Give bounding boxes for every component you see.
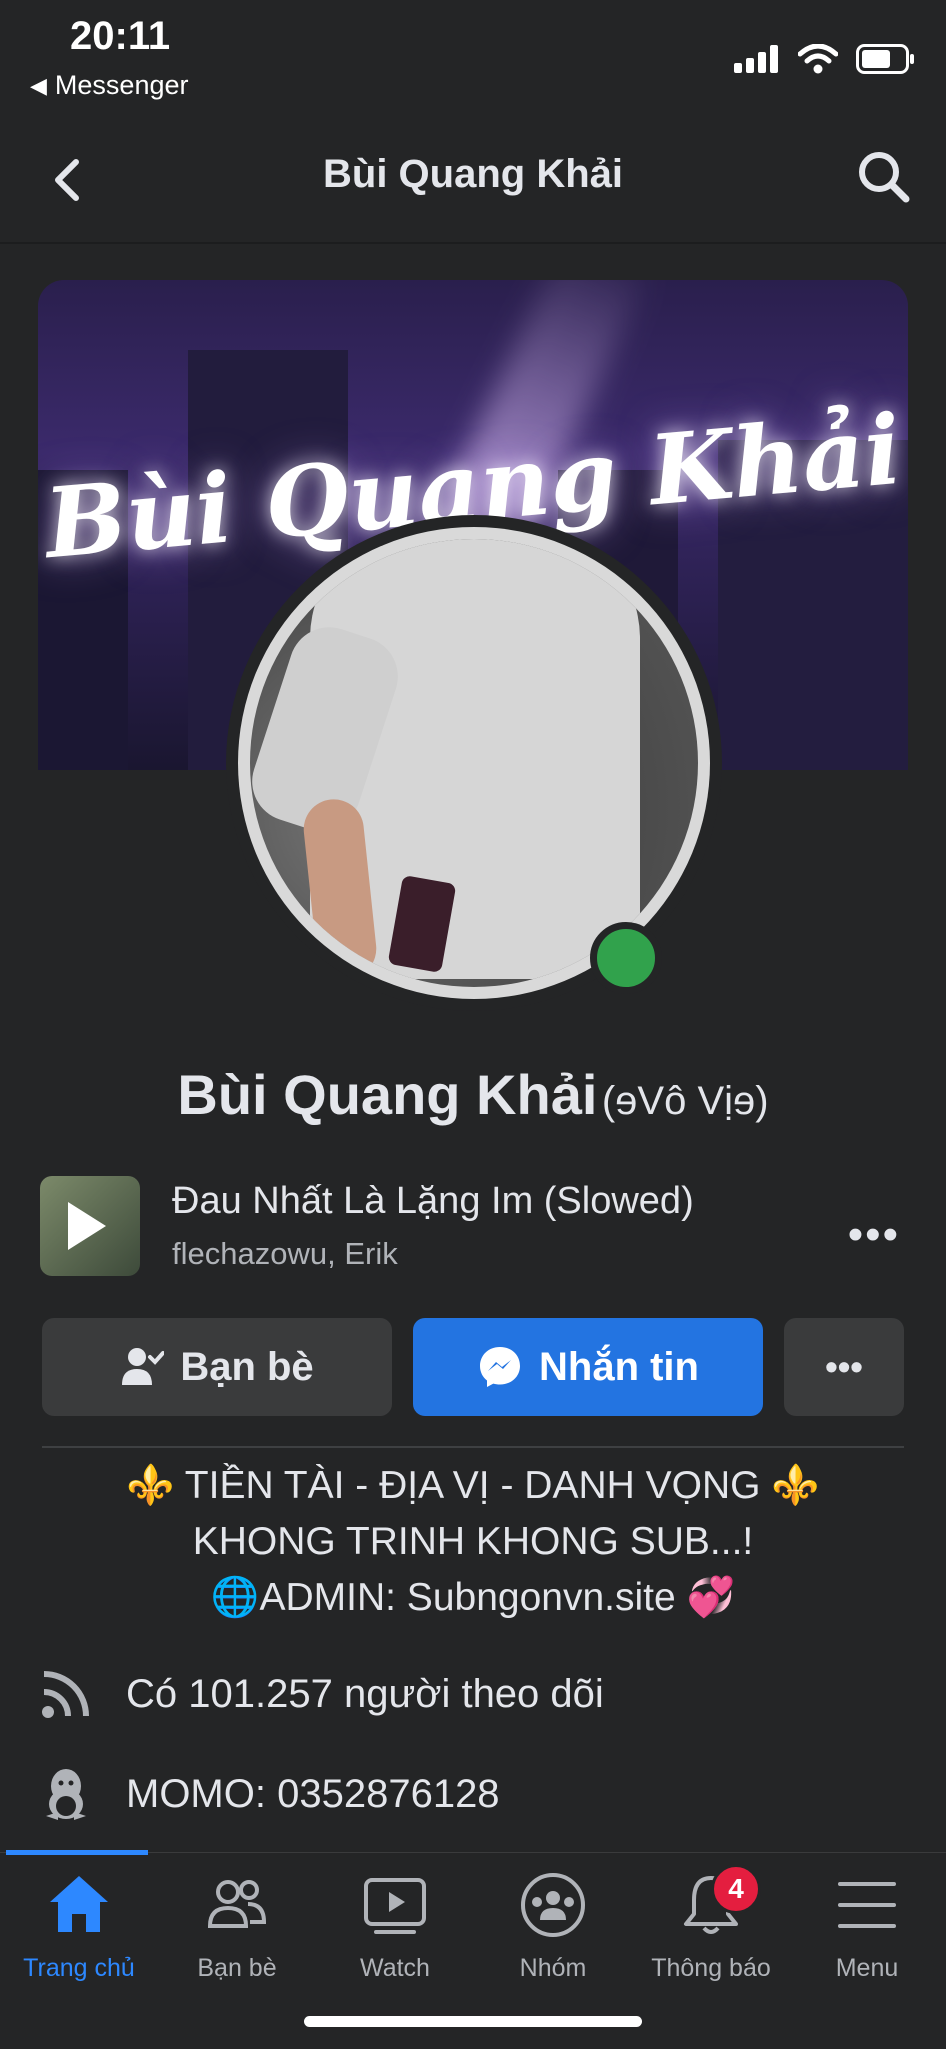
nav-groups-label: Nhóm xyxy=(519,1954,587,1982)
profile-name: Bùi Quang Khải (ɘVô Vịɘ) xyxy=(0,1062,946,1127)
section-divider xyxy=(42,1446,904,1448)
nav-menu-label: Menu xyxy=(835,1954,899,1982)
search-button[interactable] xyxy=(852,145,916,209)
menu-icon xyxy=(838,1882,896,1928)
message-button[interactable]: Nhắn tin xyxy=(413,1318,763,1416)
music-play-button[interactable] xyxy=(40,1176,140,1276)
groups-icon xyxy=(521,1873,585,1937)
friends-button-label: Bạn bè xyxy=(180,1344,314,1389)
nav-watch-label: Watch xyxy=(360,1954,430,1982)
bio-line-3: 🌐ADMIN: Subngonvn.site 💞 xyxy=(0,1570,946,1626)
back-to-app-link[interactable]: ◀ Messenger xyxy=(30,70,189,101)
messenger-icon xyxy=(480,1347,520,1387)
bio-line-2: KHONG TRINH KHONG SUB...! xyxy=(192,1520,754,1563)
bio-line-1: ⚜️ TIỀN TÀI - ĐỊA VỊ - DANH VỌNG ⚜️ xyxy=(0,1458,946,1514)
rss-feed-icon xyxy=(40,1668,92,1720)
globe-icon: 🌐 xyxy=(210,1576,260,1619)
followers-count: Có 101.257 người theo dõi xyxy=(126,1671,604,1716)
music-artist: flechazowu, Erik xyxy=(172,1236,398,1271)
watch-icon xyxy=(364,1878,426,1934)
search-icon xyxy=(859,152,910,203)
nav-item-menu[interactable]: Menu xyxy=(788,1870,946,1983)
nav-friends-label: Bạn bè xyxy=(197,1954,277,1982)
back-triangle-icon: ◀ xyxy=(30,72,47,98)
back-app-label: Messenger xyxy=(54,70,189,100)
header-divider xyxy=(0,242,946,244)
more-options-button[interactable]: ••• xyxy=(784,1318,904,1416)
message-button-label: Nhắn tin xyxy=(539,1344,699,1389)
nav-home-label: Trang chủ xyxy=(23,1954,135,1982)
bio-line-3-text: ADMIN: Subngonvn.site xyxy=(259,1576,676,1619)
nav-item-friends[interactable]: Bạn bè xyxy=(158,1870,316,1983)
online-status-dot xyxy=(590,922,662,994)
battery-icon xyxy=(856,44,914,74)
nav-notifications-label: Thông báo xyxy=(651,1954,771,1982)
notification-badge: 4 xyxy=(711,1864,761,1914)
wifi-icon xyxy=(798,44,838,74)
momo-text: MOMO: 0352876128 xyxy=(126,1771,500,1816)
followers-row[interactable]: Có 101.257 người theo dõi xyxy=(40,1668,604,1720)
avatar[interactable] xyxy=(250,539,698,987)
fleur-de-lis-icon: ⚜️ xyxy=(771,1464,820,1507)
nav-item-home[interactable]: Trang chủ xyxy=(0,1870,158,1983)
music-more-button[interactable]: ••• xyxy=(848,1210,900,1260)
signal-icon xyxy=(734,45,778,73)
profile-alternate-name: (ɘVô Vịɘ) xyxy=(601,1079,769,1123)
profile-name-main: Bùi Quang Khải xyxy=(177,1063,598,1126)
music-title[interactable]: Đau Nhất Là Lặng Im (Slowed) xyxy=(172,1180,694,1223)
play-icon xyxy=(68,1202,106,1250)
bio: ⚜️ TIỀN TÀI - ĐỊA VỊ - DANH VỌNG ⚜️ KHON… xyxy=(0,1458,946,1626)
friends-icon xyxy=(207,1880,267,1928)
nav-item-watch[interactable]: Watch xyxy=(316,1870,474,1983)
hearts-icon: 💞 xyxy=(686,1576,736,1619)
home-indicator[interactable] xyxy=(304,2016,642,2027)
home-icon xyxy=(50,1876,108,1932)
friends-button[interactable]: Bạn bè xyxy=(42,1318,392,1416)
fleur-de-lis-icon: ⚜️ xyxy=(126,1464,175,1507)
momo-row: MOMO: 0352876128 xyxy=(40,1768,500,1820)
friend-check-icon xyxy=(122,1348,165,1385)
nav-active-indicator xyxy=(6,1850,148,1855)
penguin-icon xyxy=(40,1768,92,1820)
bio-line-1-text: TIỀN TÀI - ĐỊA VỊ - DANH VỌNG xyxy=(184,1464,761,1507)
nav-item-groups[interactable]: Nhóm xyxy=(474,1870,632,1983)
page-title: Bùi Quang Khải xyxy=(323,152,623,196)
status-time: 20:11 xyxy=(70,14,171,58)
status-icons xyxy=(734,44,916,74)
